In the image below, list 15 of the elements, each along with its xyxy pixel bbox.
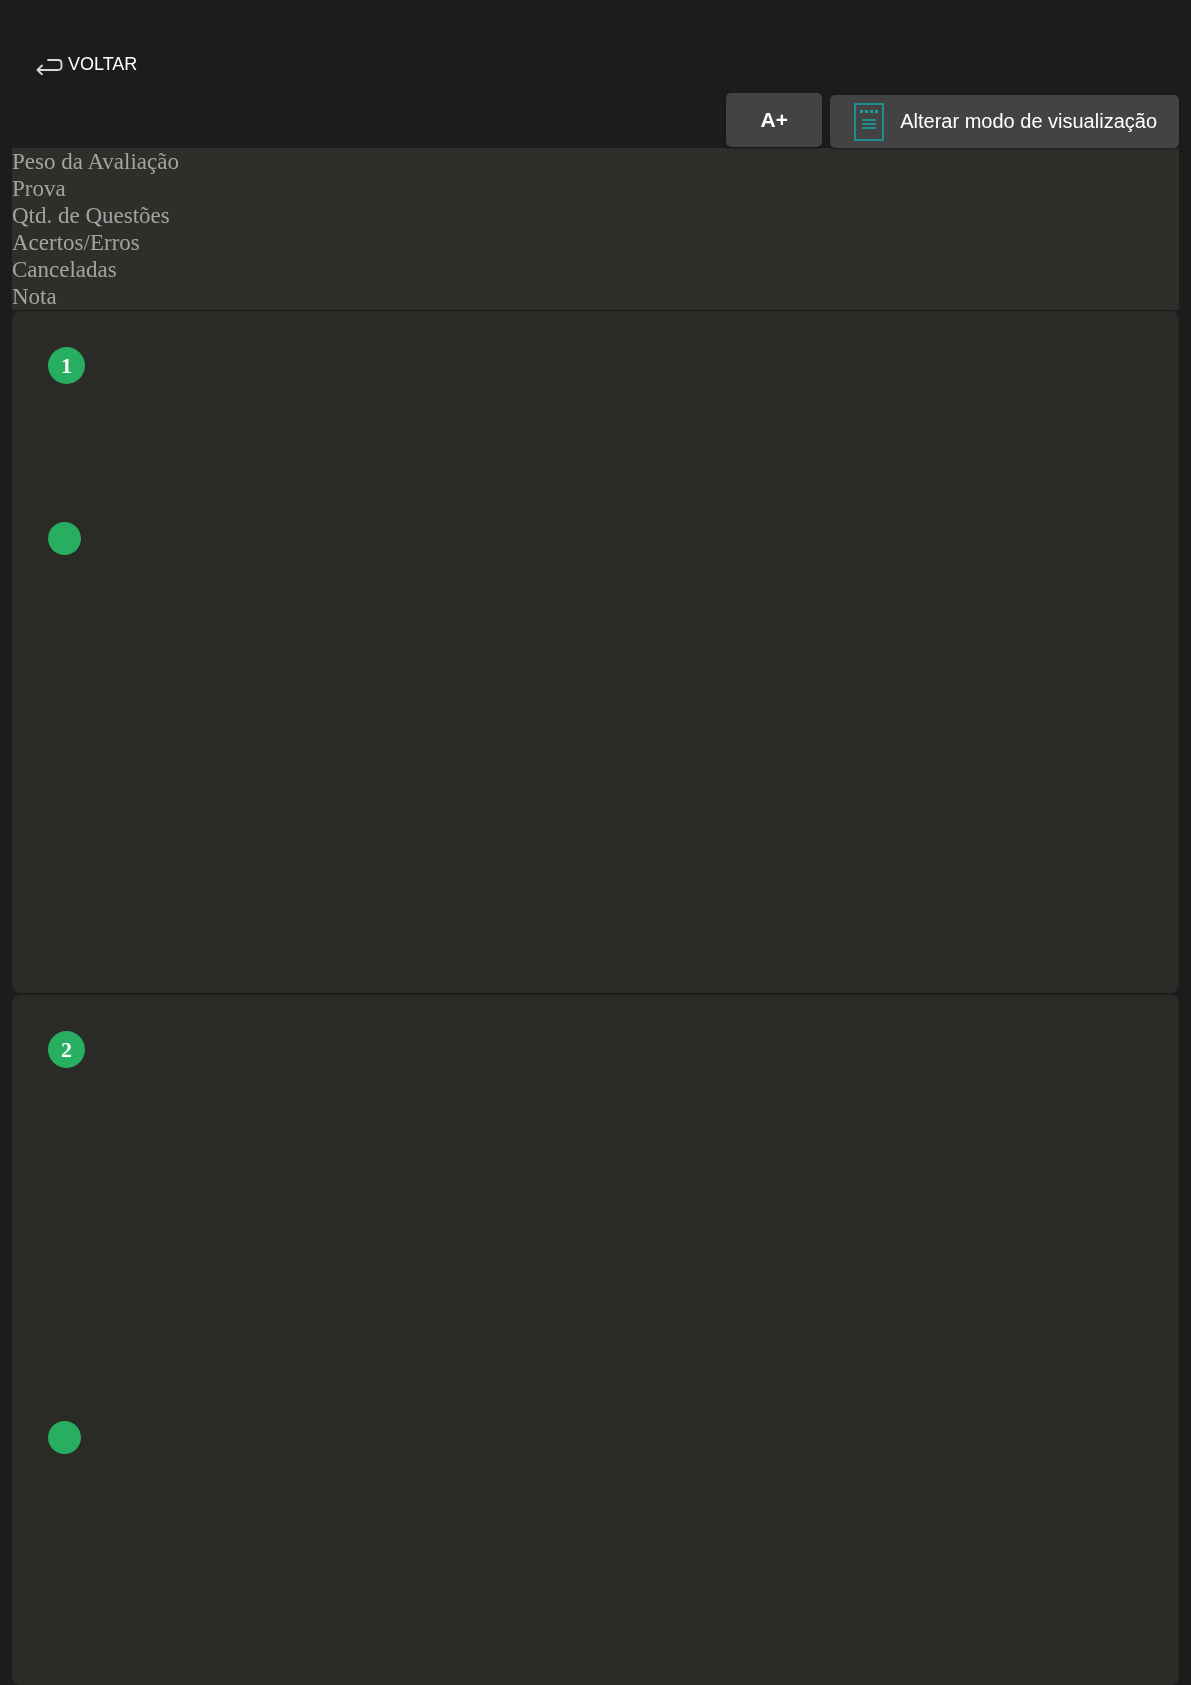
- summary-label: Nota: [12, 283, 58, 310]
- summary-label: Prova: [12, 175, 67, 202]
- question-number-badge: 1: [48, 347, 85, 384]
- return-arrow-icon: [35, 57, 63, 75]
- view-mode-button[interactable]: Alterar modo de visualização: [830, 95, 1179, 148]
- document-icon: [854, 102, 885, 141]
- status-dot-icon: [48, 1421, 81, 1454]
- back-link[interactable]: VOLTAR: [35, 50, 138, 78]
- question-number-badge: 2: [48, 1031, 85, 1068]
- summary-label: Canceladas: [12, 256, 118, 283]
- summary-label: Acertos/Erros: [12, 229, 141, 256]
- summary-label: Qtd. de Questões: [12, 202, 171, 229]
- summary-label: Peso da Avaliação: [12, 148, 180, 175]
- font-size-button[interactable]: A+: [726, 93, 823, 147]
- status-dot-icon: [48, 522, 81, 555]
